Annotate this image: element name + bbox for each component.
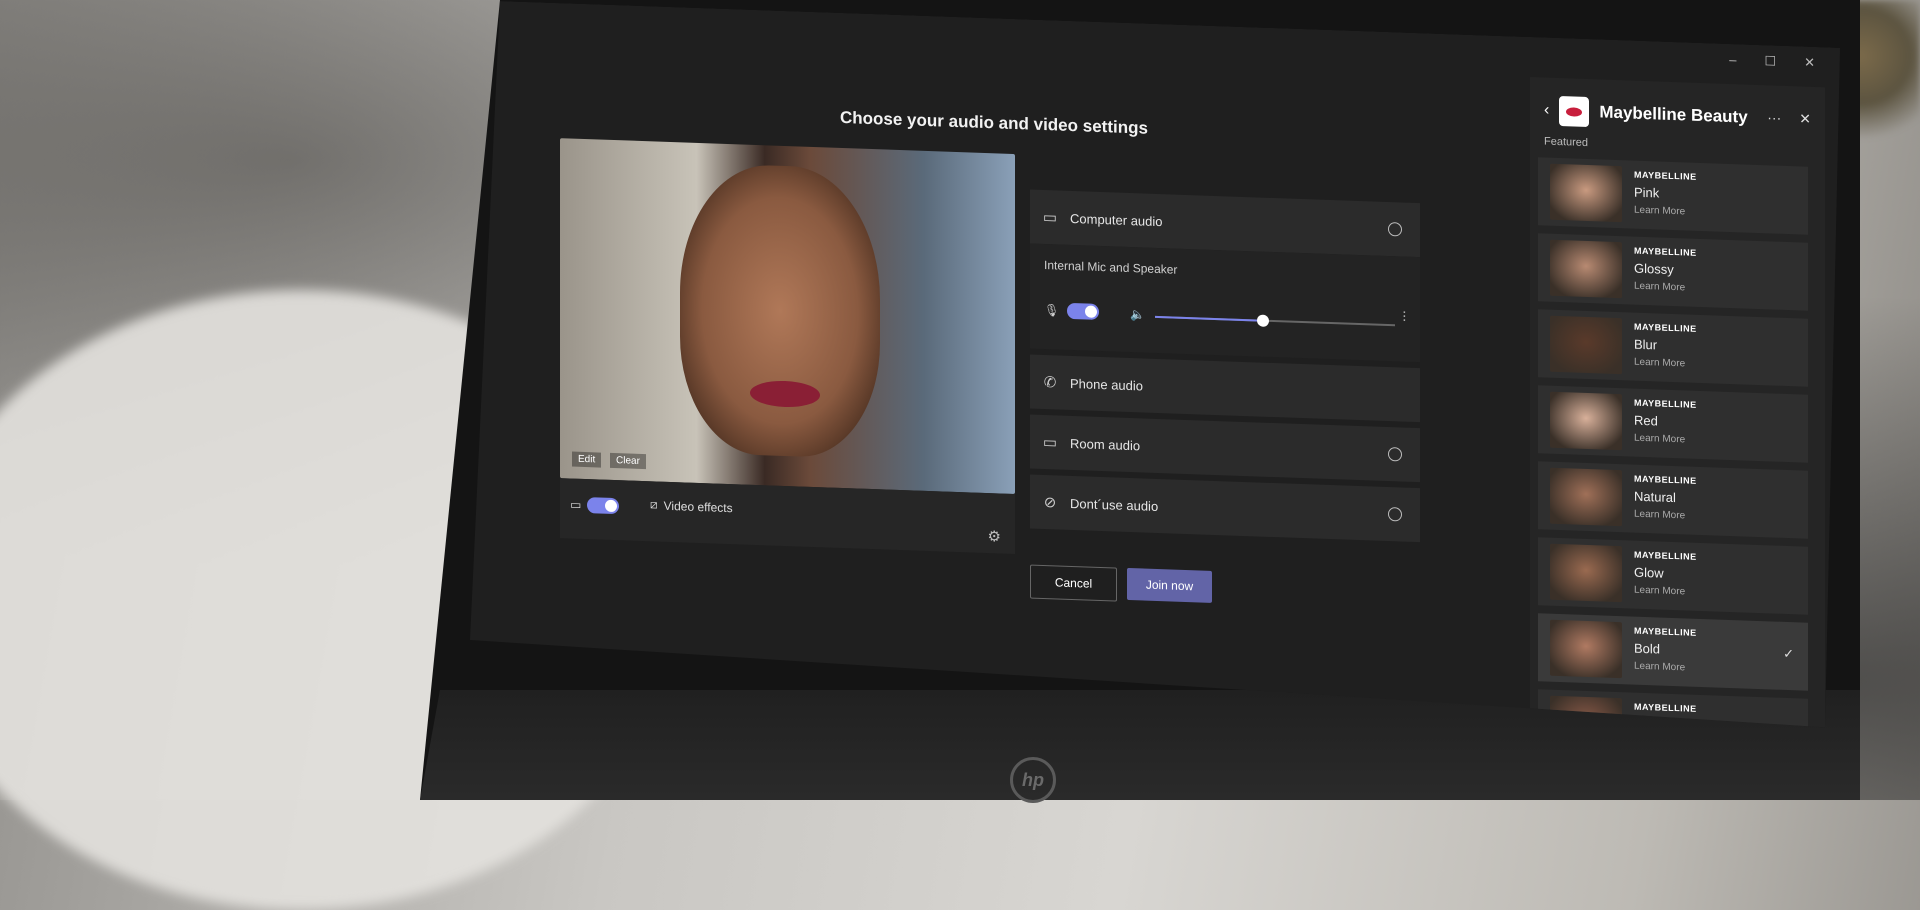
device-settings-icon[interactable]: ⚙ [988,527,1001,545]
cancel-button[interactable]: Cancel [1030,565,1117,602]
room-icon: ▭ [1042,434,1058,452]
look-thumbnail [1550,316,1622,375]
dont-use-audio-option[interactable]: ⊘ Dont´use audio [1030,475,1420,543]
speaker-icon: 🔈 [1130,307,1145,322]
look-card-bold[interactable]: MAYBELLINE Bold Learn More ✓ [1538,613,1808,690]
camera-icon: ▭ [570,497,582,512]
look-brand: MAYBELLINE [1634,397,1697,410]
camera-toggle[interactable] [587,497,619,514]
look-brand: MAYBELLINE [1634,245,1697,258]
look-thumbnail [1550,620,1622,679]
video-effects-label: Video effects [663,498,733,515]
panel-header: ‹ Maybelline Beauty [1544,96,1748,133]
minimize-icon[interactable]: – [1729,52,1736,68]
more-options-icon[interactable]: ··· [1767,109,1781,126]
preview-edit-button[interactable]: Edit [572,452,601,468]
panel-title: Maybelline Beauty [1599,102,1748,127]
speaker-off-icon: ⊘ [1043,494,1057,512]
phone-audio-label: Phone audio [1070,375,1144,394]
audio-device-label: Internal Mic and Speaker [1044,258,1178,277]
look-brand: MAYBELLINE [1634,625,1697,638]
look-thumbnail [1550,544,1622,603]
video-effects-icon: ⧄ [650,497,658,512]
panel-close-icon[interactable]: ✕ [1799,110,1811,127]
dialog-title: Choose your audio and video settings [840,107,1148,138]
maybelline-logo [1559,96,1589,127]
look-card-red[interactable]: MAYBELLINE Red Learn More [1538,385,1808,462]
learn-more-link[interactable]: Learn More [1634,205,1685,218]
phone-icon: ✆ [1043,374,1057,392]
phone-audio-option[interactable]: ✆ Phone audio [1030,355,1420,423]
microphone-icon: 🎙 [1044,303,1060,318]
dialog-actions: Cancel Join now [1030,565,1212,605]
join-now-button[interactable]: Join now [1127,568,1212,603]
look-card-natural[interactable]: MAYBELLINE Natural Learn More [1538,461,1808,538]
look-brand: MAYBELLINE [1634,473,1697,486]
volume-slider[interactable] [1155,316,1395,326]
learn-more-link[interactable]: Learn More [1634,281,1685,294]
mic-toggle-group: 🎙 [1044,302,1099,320]
maximize-icon[interactable]: ☐ [1764,53,1776,69]
app-side-panel: – ☐ ✕ ‹ Maybelline Beauty ··· ✕ Featured… [1530,77,1825,727]
window-close-icon[interactable]: ✕ [1804,55,1815,71]
look-brand: MAYBELLINE [1634,321,1697,334]
look-thumbnail [1550,164,1622,223]
computer-icon: ▭ [1042,209,1058,227]
computer-audio-label: Computer audio [1070,210,1163,229]
look-name: Bold [1634,640,1661,657]
preview-person [680,162,880,459]
learn-more-link[interactable]: Learn More [1634,585,1685,598]
look-brand: MAYBELLINE [1634,701,1697,714]
volume-slider-fill [1155,316,1263,322]
mic-toggle[interactable] [1067,303,1099,320]
panel-actions: ··· ✕ [1767,109,1811,128]
look-brand: MAYBELLINE [1634,169,1697,182]
room-audio-radio[interactable] [1388,447,1402,461]
look-card-pink[interactable]: MAYBELLINE Pink Learn More [1538,157,1808,234]
camera-toggle-group: ▭ [570,496,619,514]
video-effects-button[interactable]: ⧄ Video effects [650,497,733,515]
look-card-blur[interactable]: MAYBELLINE Blur Learn More [1538,309,1808,386]
computer-audio-radio[interactable] [1388,222,1402,236]
look-name: Glow [1634,564,1664,581]
look-thumbnail [1550,468,1622,527]
room-audio-option[interactable]: ▭ Room audio [1030,415,1420,483]
checkmark-icon: ✓ [1783,645,1794,662]
featured-heading: Featured [1544,135,1589,150]
camera-preview: Edit Clear [560,138,1015,494]
preview-clear-button[interactable]: Clear [610,453,646,469]
learn-more-link[interactable]: Learn More [1634,433,1685,446]
look-card-glow[interactable]: MAYBELLINE Glow Learn More [1538,537,1808,614]
hp-logo: hp [1010,757,1056,803]
audio-options: ▭ Computer audio Internal Mic and Speake… [1030,190,1430,549]
learn-more-link[interactable]: Learn More [1634,357,1685,370]
learn-more-link[interactable]: Learn More [1634,509,1685,522]
look-name: Pink [1634,184,1660,201]
look-thumbnail [1550,392,1622,451]
teams-window: Choose your audio and video settings Edi… [470,0,1840,728]
room-audio-label: Room audio [1070,435,1141,453]
learn-more-link[interactable]: Learn More [1634,813,1685,826]
look-name: Red [1634,412,1658,429]
audio-device-settings: Internal Mic and Speaker 🎙 🔈 ⫶ [1030,244,1420,363]
look-brand: MAYBELLINE [1634,549,1697,562]
look-name: Blur [1634,336,1658,353]
back-chevron-icon[interactable]: ‹ [1544,102,1549,120]
audio-settings-icon[interactable]: ⫶ [1403,309,1407,326]
volume-slider-knob[interactable] [1257,314,1269,326]
look-card-glossy[interactable]: MAYBELLINE Glossy Learn More [1538,233,1808,310]
look-thumbnail [1550,240,1622,299]
look-name: Glossy [1634,260,1674,278]
window-controls: – ☐ ✕ [1729,52,1815,71]
look-name: Natural [1634,488,1676,506]
learn-more-link[interactable]: Learn More [1634,661,1685,674]
dont-use-audio-radio[interactable] [1388,507,1402,521]
dont-use-audio-label: Dont´use audio [1070,495,1159,514]
